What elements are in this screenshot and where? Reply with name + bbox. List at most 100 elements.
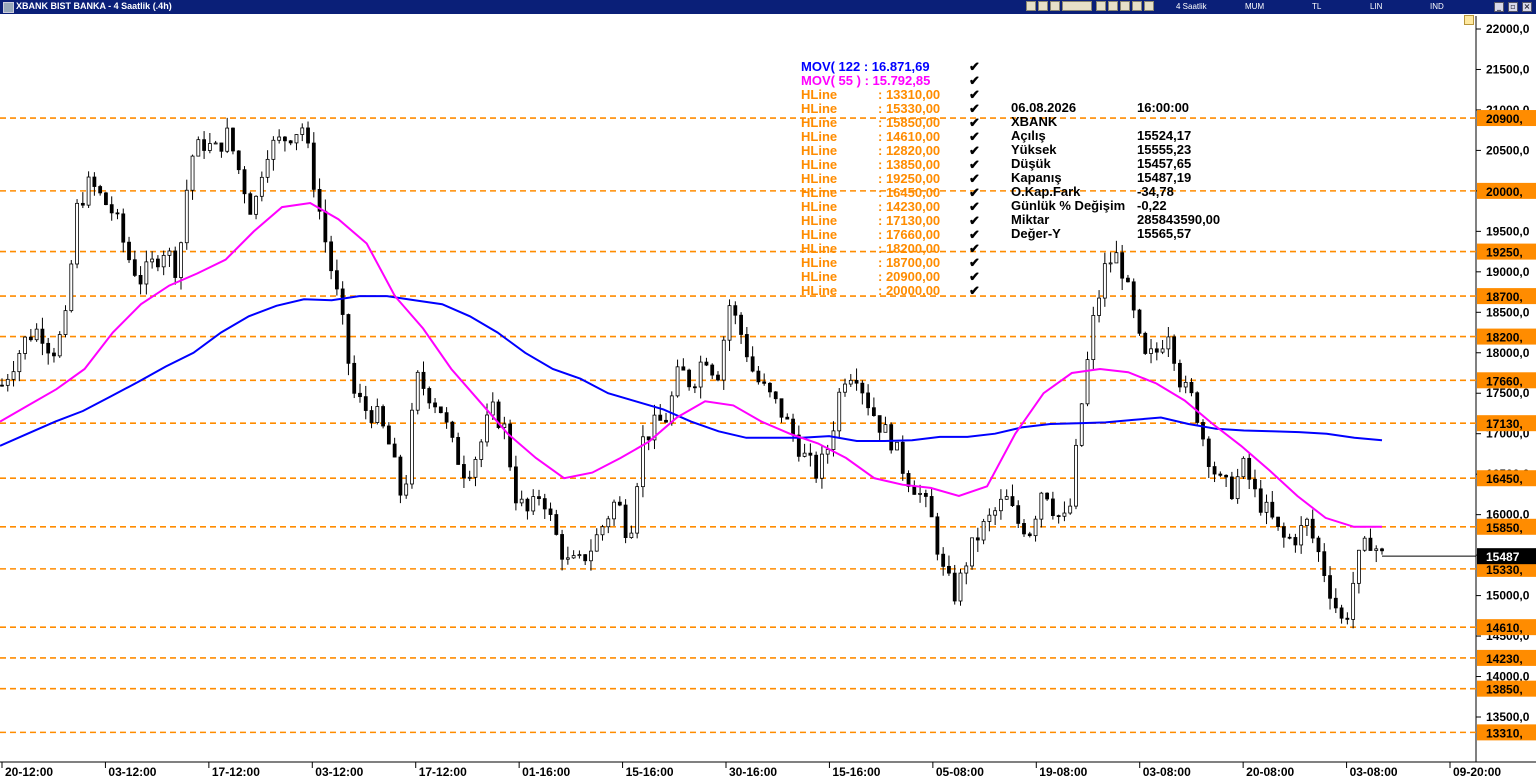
legend-check-icon[interactable]: ✔ bbox=[969, 102, 980, 116]
candle bbox=[80, 202, 85, 206]
candle bbox=[646, 436, 651, 441]
period-selector[interactable]: 4 Saatlik bbox=[1176, 2, 1207, 11]
info-label: Değer-Y bbox=[1011, 226, 1061, 241]
legend-check-icon[interactable]: ✔ bbox=[969, 270, 980, 284]
candle bbox=[929, 496, 934, 518]
candle bbox=[1131, 281, 1136, 311]
candle bbox=[109, 204, 114, 214]
info-value: 15555,23 bbox=[1137, 142, 1192, 157]
hline-label: 18700, bbox=[1486, 290, 1523, 304]
candle bbox=[1102, 263, 1107, 299]
candle bbox=[144, 261, 149, 285]
candle bbox=[277, 136, 282, 141]
pencil-icon[interactable] bbox=[1120, 1, 1130, 11]
chart-tool-icon[interactable] bbox=[1026, 1, 1036, 11]
scale-menu[interactable]: LIN bbox=[1370, 2, 1382, 11]
legend-check-icon[interactable]: ✔ bbox=[969, 200, 980, 214]
minimize-icon[interactable]: _ bbox=[1494, 2, 1504, 12]
candle bbox=[467, 476, 472, 479]
ruler-icon[interactable] bbox=[1132, 1, 1142, 11]
template-selector-icon[interactable] bbox=[1062, 1, 1092, 11]
currency-menu[interactable]: TL bbox=[1312, 2, 1321, 11]
candle bbox=[744, 334, 749, 358]
info-value: 15524,17 bbox=[1137, 128, 1192, 143]
legend-check-icon[interactable]: ✔ bbox=[969, 172, 980, 186]
candle bbox=[687, 369, 692, 388]
candle bbox=[404, 483, 409, 496]
candle bbox=[23, 336, 27, 354]
hline-label: 15850, bbox=[1486, 521, 1523, 535]
legend-check-icon[interactable]: ✔ bbox=[969, 284, 980, 298]
arrows-icon[interactable] bbox=[1144, 1, 1154, 11]
candle bbox=[1287, 536, 1292, 539]
candle bbox=[311, 142, 316, 190]
candle bbox=[1316, 537, 1321, 553]
legend-check-icon[interactable]: ✔ bbox=[969, 214, 980, 228]
close-icon[interactable]: × bbox=[1522, 2, 1532, 12]
y-tick-label: 20500,0 bbox=[1486, 143, 1530, 157]
legend-check-icon[interactable]: ✔ bbox=[969, 158, 980, 172]
chart-type-menu[interactable]: MUM bbox=[1245, 2, 1264, 11]
candle bbox=[1224, 474, 1229, 478]
legend-check-icon[interactable]: ✔ bbox=[969, 116, 980, 130]
candle bbox=[1212, 466, 1217, 475]
candle bbox=[1166, 336, 1171, 350]
list-icon[interactable] bbox=[1108, 1, 1118, 11]
legend-name: HLine bbox=[801, 213, 838, 228]
candle bbox=[415, 371, 420, 411]
candle bbox=[196, 139, 201, 157]
candle bbox=[473, 459, 478, 478]
restore-icon[interactable]: ▫ bbox=[1508, 2, 1518, 12]
candle bbox=[756, 370, 761, 383]
app-icon bbox=[3, 2, 14, 13]
legend-name: HLine bbox=[801, 269, 838, 284]
candle bbox=[381, 406, 385, 427]
legend-value: : 13310,00 bbox=[878, 87, 941, 102]
candle bbox=[923, 492, 928, 497]
candle bbox=[1085, 359, 1090, 405]
candle bbox=[150, 258, 155, 263]
candle bbox=[1068, 505, 1073, 514]
candle bbox=[213, 142, 218, 145]
legend-check-icon[interactable]: ✔ bbox=[969, 144, 980, 158]
candle bbox=[964, 565, 969, 574]
candle bbox=[1074, 444, 1078, 507]
legend-value: : 15850,00 bbox=[878, 115, 941, 130]
candle bbox=[236, 150, 241, 171]
candle bbox=[1229, 476, 1234, 500]
candle bbox=[5, 378, 10, 386]
indicator-menu[interactable]: IND bbox=[1430, 2, 1444, 11]
candle bbox=[1310, 518, 1315, 539]
legend-check-icon[interactable]: ✔ bbox=[969, 60, 980, 74]
candle bbox=[1114, 252, 1119, 264]
legend-check-icon[interactable]: ✔ bbox=[969, 88, 980, 102]
candle bbox=[981, 521, 986, 541]
x-tick-label: 03-08:00 bbox=[1143, 765, 1191, 779]
legend-check-icon[interactable]: ✔ bbox=[969, 74, 980, 88]
legend-check-icon[interactable]: ✔ bbox=[969, 256, 980, 270]
candle bbox=[231, 127, 235, 152]
candle bbox=[1345, 617, 1350, 620]
candle bbox=[1362, 537, 1367, 551]
x-tick-label: 15-16:00 bbox=[832, 765, 880, 779]
copy-icon[interactable] bbox=[1038, 1, 1048, 11]
legend-check-icon[interactable]: ✔ bbox=[969, 130, 980, 144]
candle bbox=[438, 406, 443, 414]
candle bbox=[583, 554, 588, 562]
compare-icon[interactable] bbox=[1096, 1, 1106, 11]
candle bbox=[843, 383, 847, 393]
indicator-icon[interactable] bbox=[1050, 1, 1060, 11]
legend-value: : 13850,00 bbox=[878, 157, 941, 172]
legend-check-icon[interactable]: ✔ bbox=[969, 228, 980, 242]
candle bbox=[398, 456, 403, 496]
legend-name: HLine bbox=[801, 115, 838, 130]
candle bbox=[1339, 607, 1344, 619]
y-tick-label: 21500,0 bbox=[1486, 62, 1530, 76]
candle bbox=[692, 386, 697, 389]
legend-check-icon[interactable]: ✔ bbox=[969, 186, 980, 200]
candle bbox=[935, 516, 940, 555]
price-chart[interactable]: 22000,021500,021000,020500,020000,019500… bbox=[0, 14, 1536, 779]
legend-value: : 14610,00 bbox=[878, 129, 941, 144]
legend-check-icon[interactable]: ✔ bbox=[969, 242, 980, 256]
candle bbox=[1305, 518, 1309, 526]
